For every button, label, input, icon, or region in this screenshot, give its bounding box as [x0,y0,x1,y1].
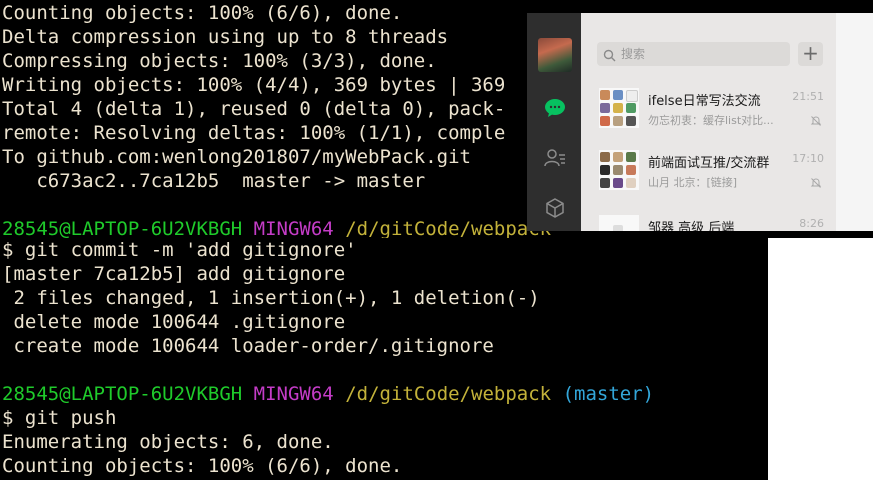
chat-time: 8:26 [799,217,824,230]
terminal-window-bottom[interactable]: $ git commit -m 'add gitignore' [master … [0,238,768,480]
group-avatar [599,88,639,128]
prompt-env: MINGW64 [253,383,334,405]
chat-preview: 山月 北京：[链接] [648,176,738,189]
cube-icon[interactable] [542,195,568,221]
prompt-path: /d/gitCode/webpack [345,383,552,405]
wechat-window[interactable]: 搜索 + ifelse日常写法交流 勿忘初衷：缓存list对比... 21:51… [527,13,873,231]
terminal-line: Counting objects: 100% (6/6), done. [2,2,403,24]
prompt-path: /d/gitCode/webpack [345,218,552,238]
terminal-line: Delta compression using up to 8 threads [2,26,449,48]
terminal-line: Compressing objects: 100% (3/3), done. [2,50,437,72]
group-avatar [599,215,639,231]
terminal-line: Counting objects: 100% (6/6), done. [2,455,403,477]
terminal-line: remote: Resolving deltas: 100% (1/1), co… [2,122,506,144]
prompt-user: 28545@LAPTOP-6U2VKBGH [2,383,243,405]
chat-icon[interactable] [542,95,568,121]
wechat-sidebar [527,13,581,231]
prompt-user: 28545@LAPTOP-6U2VKBGH [2,218,243,238]
prompt-branch: (master) [562,383,655,405]
avatar[interactable] [538,38,572,72]
terminal-line: Total 4 (delta 1), reused 0 (delta 0), p… [2,98,506,120]
search-input[interactable]: 搜索 [597,42,790,66]
terminal-line: 2 files changed, 1 insertion(+), 1 delet… [2,287,540,309]
terminal-line: Writing objects: 100% (4/4), 369 bytes |… [2,74,506,96]
contacts-icon[interactable] [542,145,568,171]
group-avatar [599,150,639,190]
chat-name: ifelse日常写法交流 [648,94,761,109]
chat-name: 邹器 高级 后端 [648,221,735,231]
chat-list-item[interactable]: ifelse日常写法交流 勿忘初衷：缓存list对比... 21:51 [581,78,836,140]
terminal-line: Enumerating objects: 6, done. [2,431,334,453]
terminal-line: c673ac2..7ca12b5 master -> master [2,170,426,192]
search-placeholder: 搜索 [621,47,646,61]
terminal-line: create mode 100644 loader-order/.gitigno… [2,335,494,357]
chat-time: 21:51 [792,90,824,103]
chat-content-panel [836,13,873,231]
chat-list-panel: 搜索 + ifelse日常写法交流 勿忘初衷：缓存list对比... 21:51… [581,13,836,231]
chat-list-item[interactable]: 邹器 高级 后端 8:26 [581,205,836,231]
add-button[interactable]: + [798,42,823,66]
prompt-env: MINGW64 [253,218,334,238]
mute-icon [810,112,822,131]
mute-icon [810,174,822,193]
chat-list-item[interactable]: 前端面试互推/交流群 山月 北京：[链接] 17:10 [581,140,836,202]
chat-preview: 勿忘初衷：缓存list对比... [648,114,774,127]
terminal-prompt: 28545@LAPTOP-6U2VKBGH MINGW64 /d/gitCode… [2,217,551,238]
terminal-line: delete mode 100644 .gitignore [2,311,346,333]
search-icon [603,47,616,66]
terminal-line: [master 7ca12b5] add gitignore [2,263,346,285]
chat-time: 17:10 [792,152,824,165]
terminal-line: $ git commit -m 'add gitignore' [2,239,357,261]
terminal-line: $ git push [2,407,117,429]
terminal-line: To github.com:wenlong201807/myWebPack.gi… [2,146,471,168]
chat-name: 前端面试互推/交流群 [648,156,770,171]
terminal-prompt: 28545@LAPTOP-6U2VKBGH MINGW64 /d/gitCode… [2,382,654,406]
